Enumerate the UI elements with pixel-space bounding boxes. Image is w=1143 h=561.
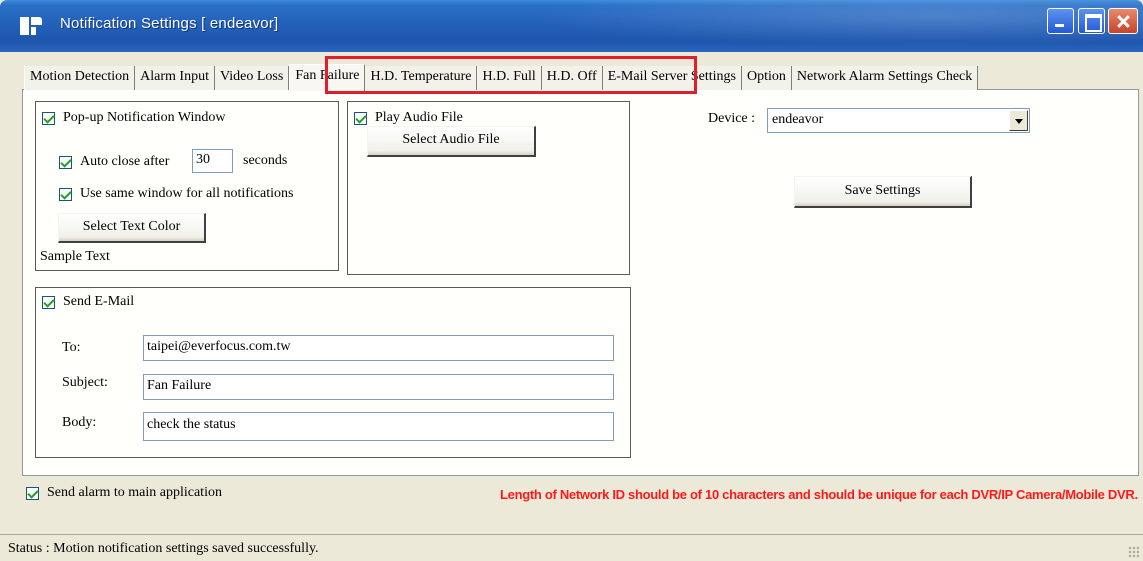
- sample-text: Sample Text: [40, 249, 110, 264]
- device-select[interactable]: endeavor: [767, 108, 1030, 133]
- save-settings-button[interactable]: Save Settings: [794, 176, 972, 208]
- same-window-checkbox[interactable]: Use same window for all notifications: [59, 186, 293, 202]
- send-alarm-label: Send alarm to main application: [47, 485, 222, 500]
- app-icon: [20, 16, 42, 36]
- select-text-color-button[interactable]: Select Text Color: [58, 213, 206, 243]
- device-label: Device :: [708, 111, 756, 126]
- window-title: Notification Settings [ endeavor]: [60, 15, 279, 32]
- tab-network-alarm-settings-check[interactable]: Network Alarm Settings Check: [791, 66, 979, 90]
- checkbox-check-icon: [59, 155, 72, 169]
- title-bar-sheen: [457, 0, 1143, 52]
- subject-label: Subject:: [62, 375, 108, 390]
- minimize-button[interactable]: [1047, 8, 1074, 34]
- resize-grip-icon[interactable]: [1128, 546, 1140, 558]
- network-id-warning: Length of Network ID should be of 10 cha…: [500, 487, 1138, 502]
- tab-fan-failure[interactable]: Fan Failure: [289, 64, 366, 91]
- send-email-label: Send E-Mail: [63, 294, 135, 309]
- to-label: To:: [62, 340, 81, 355]
- tab-hd-full[interactable]: H.D. Full: [477, 66, 542, 90]
- chevron-down-icon[interactable]: [1009, 110, 1028, 131]
- tab-video-loss[interactable]: Video Loss: [214, 66, 290, 90]
- tab-strip: Motion Detection Alarm Input Video Loss …: [24, 64, 979, 91]
- checkbox-check-icon: [42, 295, 55, 309]
- send-email-checkbox[interactable]: Send E-Mail: [42, 294, 134, 310]
- checkbox-check-icon: [59, 187, 72, 201]
- status-bar: Status : Motion notification settings sa…: [0, 534, 1143, 561]
- title-bar[interactable]: Notification Settings [ endeavor]: [0, 0, 1143, 52]
- checkbox-check-icon: [354, 111, 367, 125]
- close-button[interactable]: [1108, 8, 1138, 34]
- checkbox-check-icon: [42, 111, 55, 125]
- tab-alarm-input[interactable]: Alarm Input: [135, 66, 215, 90]
- status-text: Status : Motion notification settings sa…: [8, 541, 319, 556]
- tab-email-server-settings[interactable]: E-Mail Server Settings: [602, 66, 742, 90]
- send-alarm-checkbox[interactable]: Send alarm to main application: [26, 485, 222, 501]
- tab-hd-temperature[interactable]: H.D. Temperature: [365, 66, 478, 90]
- device-select-value: endeavor: [772, 112, 824, 127]
- tab-motion-detection[interactable]: Motion Detection: [24, 66, 136, 90]
- popup-checkbox[interactable]: Pop-up Notification Window: [42, 110, 226, 126]
- play-audio-label: Play Audio File: [375, 110, 463, 125]
- body-input[interactable]: check the status: [143, 412, 614, 441]
- auto-close-checkbox[interactable]: Auto close after: [59, 154, 169, 170]
- seconds-label: seconds: [243, 153, 288, 168]
- tab-option[interactable]: Option: [742, 66, 792, 90]
- play-audio-checkbox[interactable]: Play Audio File: [354, 110, 463, 126]
- popup-label: Pop-up Notification Window: [63, 110, 226, 125]
- select-audio-file-button[interactable]: Select Audio File: [367, 126, 536, 157]
- auto-close-label: Auto close after: [80, 154, 170, 169]
- body-label: Body:: [62, 415, 97, 430]
- subject-input[interactable]: Fan Failure: [143, 374, 614, 400]
- auto-close-seconds-input[interactable]: 30: [192, 149, 233, 173]
- same-window-label: Use same window for all notifications: [80, 186, 294, 201]
- audio-group: Play Audio File Select Audio File: [347, 101, 630, 275]
- tab-hd-off[interactable]: H.D. Off: [541, 66, 603, 90]
- maximize-button[interactable]: [1078, 8, 1105, 34]
- popup-group: Pop-up Notification Window Auto close af…: [35, 101, 339, 271]
- email-group: Send E-Mail To: taipei@everfocus.com.tw …: [35, 287, 631, 458]
- checkbox-check-icon: [26, 486, 39, 500]
- to-input[interactable]: taipei@everfocus.com.tw: [143, 335, 614, 361]
